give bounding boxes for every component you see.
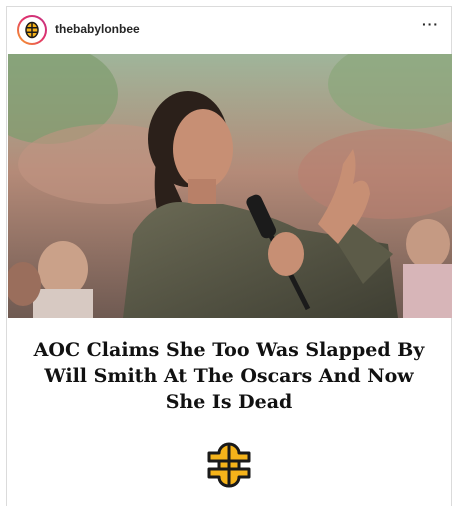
post-header: thebabylonbee ···	[7, 7, 451, 53]
profile-avatar[interactable]	[17, 15, 47, 45]
babylon-bee-logo	[205, 441, 253, 489]
instagram-post: thebabylonbee ··· AOC Claims She Too Was…	[6, 6, 452, 508]
post-graphic: AOC Claims She Too Was Slapped By Will S…	[7, 318, 451, 508]
headline: AOC Claims She Too Was Slapped By Will S…	[33, 339, 425, 413]
post-photo[interactable]	[8, 54, 452, 318]
more-options-icon[interactable]: ···	[422, 16, 439, 32]
post-username[interactable]: thebabylonbee	[55, 22, 140, 36]
bee-logo-icon	[19, 17, 45, 43]
